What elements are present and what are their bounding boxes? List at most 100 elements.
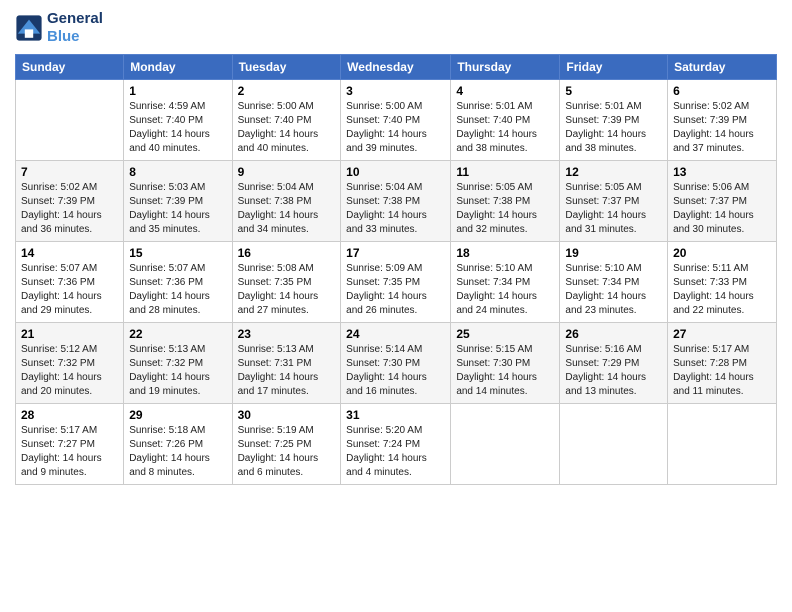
weekday-header-tuesday: Tuesday — [232, 55, 341, 80]
day-number: 31 — [346, 408, 445, 422]
day-info: Sunrise: 5:01 AMSunset: 7:39 PMDaylight:… — [565, 100, 662, 156]
day-info: Sunrise: 5:07 AMSunset: 7:36 PMDaylight:… — [21, 262, 118, 318]
calendar-cell: 6 Sunrise: 5:02 AMSunset: 7:39 PMDaylight… — [668, 80, 777, 161]
day-info: Sunrise: 5:13 AMSunset: 7:31 PMDaylight:… — [238, 343, 336, 399]
calendar-cell: 31 Sunrise: 5:20 AMSunset: 7:24 PMDayligh… — [341, 404, 451, 485]
day-number: 28 — [21, 408, 118, 422]
day-info: Sunrise: 5:10 AMSunset: 7:34 PMDaylight:… — [456, 262, 554, 318]
calendar-cell: 3Sunrise: 5:00 AMSunset: 7:40 PMDaylight… — [341, 80, 451, 161]
weekday-header-friday: Friday — [560, 55, 668, 80]
calendar-header-row: SundayMondayTuesdayWednesdayThursdayFrid… — [16, 55, 777, 80]
calendar-cell: 20Sunrise: 5:11 AMSunset: 7:33 PMDayligh… — [668, 242, 777, 323]
day-number: 6 — [673, 84, 771, 98]
calendar-week-3: 14 Sunrise: 5:07 AMSunset: 7:36 PMDayligh… — [16, 242, 777, 323]
day-number: 19 — [565, 246, 662, 260]
calendar-week-4: 21 Sunrise: 5:12 AMSunset: 7:32 PMDayligh… — [16, 323, 777, 404]
calendar-cell: 11 Sunrise: 5:05 AMSunset: 7:38 PMDayligh… — [451, 161, 560, 242]
calendar-cell: 1 Sunrise: 4:59 AMSunset: 7:40 PMDaylight… — [124, 80, 232, 161]
calendar-cell: 23 Sunrise: 5:13 AMSunset: 7:31 PMDayligh… — [232, 323, 341, 404]
day-number: 16 — [238, 246, 336, 260]
calendar-table: SundayMondayTuesdayWednesdayThursdayFrid… — [15, 54, 777, 485]
calendar-cell: 9 Sunrise: 5:04 AMSunset: 7:38 PMDaylight… — [232, 161, 341, 242]
calendar-cell: 10 Sunrise: 5:04 AMSunset: 7:38 PMDayligh… — [341, 161, 451, 242]
day-number: 24 — [346, 327, 445, 341]
day-info: Sunrise: 5:17 AMSunset: 7:27 PMDaylight:… — [21, 424, 118, 480]
day-info: Sunrise: 5:14 AMSunset: 7:30 PMDaylight:… — [346, 343, 445, 399]
day-info: Sunrise: 5:17 AMSunset: 7:28 PMDaylight:… — [673, 343, 771, 399]
day-number: 5 — [565, 84, 662, 98]
calendar-cell: 4 Sunrise: 5:01 AMSunset: 7:40 PMDaylight… — [451, 80, 560, 161]
day-info: Sunrise: 5:05 AMSunset: 7:38 PMDaylight:… — [456, 181, 554, 237]
day-info: Sunrise: 5:04 AMSunset: 7:38 PMDaylight:… — [238, 181, 336, 237]
calendar-cell: 21 Sunrise: 5:12 AMSunset: 7:32 PMDayligh… — [16, 323, 124, 404]
day-info: Sunrise: 5:19 AMSunset: 7:25 PMDaylight:… — [238, 424, 336, 480]
day-number: 4 — [456, 84, 554, 98]
calendar-week-5: 28 Sunrise: 5:17 AMSunset: 7:27 PMDayligh… — [16, 404, 777, 485]
day-number: 29 — [129, 408, 226, 422]
calendar-week-2: 7 Sunrise: 5:02 AMSunset: 7:39 PMDaylight… — [16, 161, 777, 242]
calendar-cell — [16, 80, 124, 161]
day-number: 14 — [21, 246, 118, 260]
calendar-cell — [451, 404, 560, 485]
day-number: 10 — [346, 165, 445, 179]
day-info: Sunrise: 5:13 AMSunset: 7:32 PMDaylight:… — [129, 343, 226, 399]
weekday-header-saturday: Saturday — [668, 55, 777, 80]
day-number: 3 — [346, 84, 445, 98]
logo-text: General Blue — [47, 10, 103, 46]
day-number: 21 — [21, 327, 118, 341]
day-info: Sunrise: 5:05 AMSunset: 7:37 PMDaylight:… — [565, 181, 662, 237]
calendar-cell — [560, 404, 668, 485]
day-info: Sunrise: 5:01 AMSunset: 7:40 PMDaylight:… — [456, 100, 554, 156]
calendar-cell: 29Sunrise: 5:18 AMSunset: 7:26 PMDayligh… — [124, 404, 232, 485]
calendar-cell: 17Sunrise: 5:09 AMSunset: 7:35 PMDayligh… — [341, 242, 451, 323]
day-info: Sunrise: 4:59 AMSunset: 7:40 PMDaylight:… — [129, 100, 226, 156]
calendar-cell: 27 Sunrise: 5:17 AMSunset: 7:28 PMDayligh… — [668, 323, 777, 404]
day-info: Sunrise: 5:12 AMSunset: 7:32 PMDaylight:… — [21, 343, 118, 399]
day-number: 2 — [238, 84, 336, 98]
calendar-cell: 8 Sunrise: 5:03 AMSunset: 7:39 PMDaylight… — [124, 161, 232, 242]
weekday-header-monday: Monday — [124, 55, 232, 80]
calendar-cell: 16 Sunrise: 5:08 AMSunset: 7:35 PMDayligh… — [232, 242, 341, 323]
day-number: 1 — [129, 84, 226, 98]
calendar-cell: 26 Sunrise: 5:16 AMSunset: 7:29 PMDayligh… — [560, 323, 668, 404]
day-info: Sunrise: 5:03 AMSunset: 7:39 PMDaylight:… — [129, 181, 226, 237]
day-number: 12 — [565, 165, 662, 179]
day-info: Sunrise: 5:07 AMSunset: 7:36 PMDaylight:… — [129, 262, 226, 318]
logo-icon — [15, 14, 43, 42]
calendar-cell: 15Sunrise: 5:07 AMSunset: 7:36 PMDayligh… — [124, 242, 232, 323]
weekday-header-sunday: Sunday — [16, 55, 124, 80]
day-info: Sunrise: 5:20 AMSunset: 7:24 PMDaylight:… — [346, 424, 445, 480]
calendar-cell: 28 Sunrise: 5:17 AMSunset: 7:27 PMDayligh… — [16, 404, 124, 485]
day-number: 27 — [673, 327, 771, 341]
day-number: 23 — [238, 327, 336, 341]
day-number: 18 — [456, 246, 554, 260]
header: General Blue — [15, 10, 777, 46]
day-info: Sunrise: 5:11 AMSunset: 7:33 PMDaylight:… — [673, 262, 771, 318]
day-info: Sunrise: 5:02 AMSunset: 7:39 PMDaylight:… — [21, 181, 118, 237]
weekday-header-thursday: Thursday — [451, 55, 560, 80]
weekday-header-wednesday: Wednesday — [341, 55, 451, 80]
day-number: 9 — [238, 165, 336, 179]
day-info: Sunrise: 5:16 AMSunset: 7:29 PMDaylight:… — [565, 343, 662, 399]
day-info: Sunrise: 5:04 AMSunset: 7:38 PMDaylight:… — [346, 181, 445, 237]
day-number: 11 — [456, 165, 554, 179]
day-number: 26 — [565, 327, 662, 341]
calendar-cell: 25 Sunrise: 5:15 AMSunset: 7:30 PMDayligh… — [451, 323, 560, 404]
day-number: 25 — [456, 327, 554, 341]
page: General Blue SundayMondayTuesdayWednesda… — [0, 0, 792, 612]
logo-area: General Blue — [15, 10, 103, 46]
day-info: Sunrise: 5:08 AMSunset: 7:35 PMDaylight:… — [238, 262, 336, 318]
day-number: 22 — [129, 327, 226, 341]
day-info: Sunrise: 5:10 AMSunset: 7:34 PMDaylight:… — [565, 262, 662, 318]
calendar-cell: 18 Sunrise: 5:10 AMSunset: 7:34 PMDayligh… — [451, 242, 560, 323]
day-number: 30 — [238, 408, 336, 422]
calendar-cell: 19 Sunrise: 5:10 AMSunset: 7:34 PMDayligh… — [560, 242, 668, 323]
day-number: 7 — [21, 165, 118, 179]
day-info: Sunrise: 5:09 AMSunset: 7:35 PMDaylight:… — [346, 262, 445, 318]
day-info: Sunrise: 5:02 AMSunset: 7:39 PMDaylight:… — [673, 100, 771, 156]
calendar-cell: 24 Sunrise: 5:14 AMSunset: 7:30 PMDayligh… — [341, 323, 451, 404]
day-info: Sunrise: 5:15 AMSunset: 7:30 PMDaylight:… — [456, 343, 554, 399]
day-number: 8 — [129, 165, 226, 179]
calendar-cell: 12 Sunrise: 5:05 AMSunset: 7:37 PMDayligh… — [560, 161, 668, 242]
day-number: 13 — [673, 165, 771, 179]
